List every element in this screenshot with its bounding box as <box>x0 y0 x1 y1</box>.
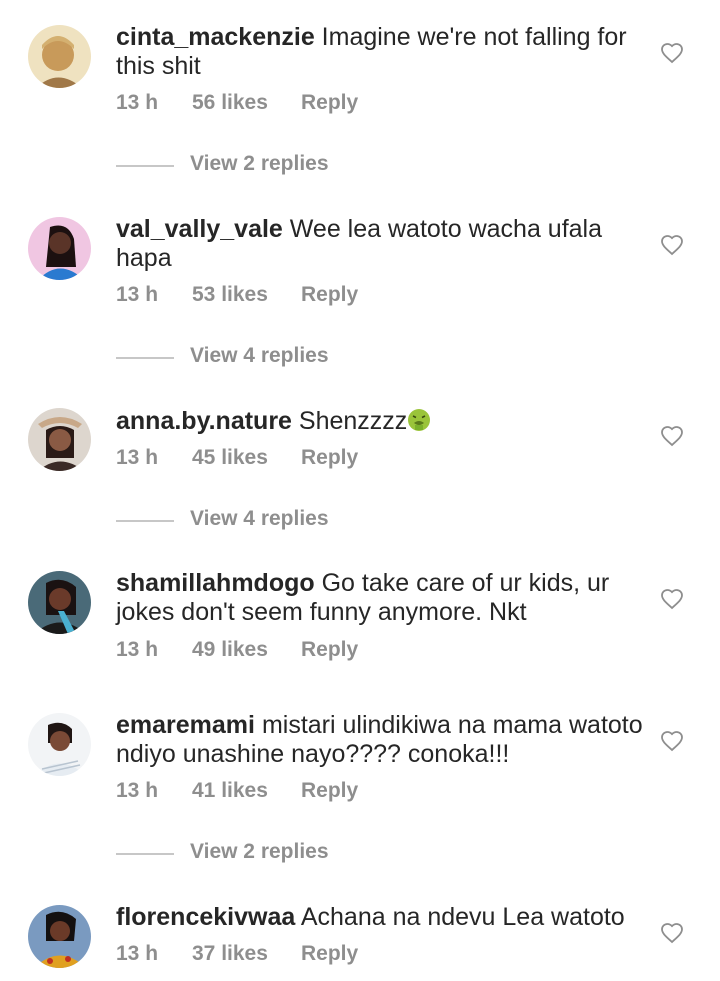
heart-outline-icon[interactable] <box>660 587 684 611</box>
reply-button[interactable]: Reply <box>301 446 358 470</box>
heart-outline-icon[interactable] <box>660 424 684 448</box>
replies-divider <box>116 520 174 522</box>
comment-username[interactable]: cinta_mackenzie <box>116 23 315 51</box>
comment-username[interactable]: anna.by.nature <box>116 407 292 435</box>
heart-outline-icon[interactable] <box>660 41 684 65</box>
comment-time: 13 h <box>116 779 159 802</box>
comment-body: anna.by.nature Shenzzzz <box>116 407 646 436</box>
comment-body: cinta_mackenzie Imagine we're not fallin… <box>116 23 646 81</box>
comment-username[interactable]: val_vally_vale <box>116 215 283 243</box>
comment-time: 13 h <box>116 942 159 965</box>
avatar[interactable] <box>28 408 91 471</box>
heart-outline-icon[interactable] <box>660 233 684 257</box>
comment-likes[interactable]: 53 likes <box>192 283 268 307</box>
comment-text: Achana na ndevu Lea watoto <box>300 903 625 931</box>
reply-button[interactable]: Reply <box>301 779 358 803</box>
nauseated-face-icon <box>408 409 431 431</box>
view-replies-label: View 4 replies <box>190 507 329 530</box>
comment-time: 13 h <box>116 91 159 114</box>
comment-meta: 13 h 56 likes Reply <box>116 91 416 117</box>
view-replies-button[interactable]: View 2 replies <box>116 152 416 178</box>
comment-likes[interactable]: 37 likes <box>192 942 268 966</box>
comment-time: 13 h <box>116 446 159 469</box>
view-replies-label: View 4 replies <box>190 344 329 367</box>
replies-divider <box>116 165 174 167</box>
reply-button[interactable]: Reply <box>301 283 358 307</box>
view-replies-button[interactable]: View 2 replies <box>116 840 416 866</box>
comment-meta: 13 h 53 likes Reply <box>116 283 416 309</box>
comment-body: shamillahmdogo Go take care of ur kids, … <box>116 569 646 627</box>
view-replies-button[interactable]: View 4 replies <box>116 507 416 533</box>
comment-username[interactable]: emaremami <box>116 711 255 739</box>
avatar[interactable] <box>28 713 91 776</box>
comment-likes[interactable]: 45 likes <box>192 446 268 470</box>
comment-time: 13 h <box>116 283 159 306</box>
comment-meta: 13 h 45 likes Reply <box>116 446 416 472</box>
comment-likes[interactable]: 49 likes <box>192 638 268 662</box>
comment-username[interactable]: shamillahmdogo <box>116 569 315 597</box>
heart-outline-icon[interactable] <box>660 921 684 945</box>
comment-body: val_vally_vale Wee lea watoto wacha ufal… <box>116 215 646 273</box>
replies-divider <box>116 853 174 855</box>
comment-body: emaremami mistari ulindikiwa na mama wat… <box>116 711 646 769</box>
comment-body: florencekivwaa Achana na ndevu Lea watot… <box>116 903 646 932</box>
avatar[interactable] <box>28 571 91 634</box>
view-replies-label: View 2 replies <box>190 152 329 175</box>
avatar[interactable] <box>28 217 91 280</box>
reply-button[interactable]: Reply <box>301 942 358 966</box>
comment-meta: 13 h 41 likes Reply <box>116 779 416 805</box>
reply-button[interactable]: Reply <box>301 638 358 662</box>
comment-meta: 13 h 37 likes Reply <box>116 942 416 968</box>
reply-button[interactable]: Reply <box>301 91 358 115</box>
comment-likes[interactable]: 41 likes <box>192 779 268 803</box>
comment-time: 13 h <box>116 638 159 661</box>
avatar[interactable] <box>28 25 91 88</box>
avatar[interactable] <box>28 905 91 968</box>
comment-likes[interactable]: 56 likes <box>192 91 268 115</box>
comment-meta: 13 h 49 likes Reply <box>116 638 416 664</box>
comment-text: Shenzzzz <box>298 407 408 435</box>
replies-divider <box>116 357 174 359</box>
view-replies-button[interactable]: View 4 replies <box>116 344 416 370</box>
comment-username[interactable]: florencekivwaa <box>116 903 295 931</box>
view-replies-label: View 2 replies <box>190 840 329 863</box>
heart-outline-icon[interactable] <box>660 729 684 753</box>
